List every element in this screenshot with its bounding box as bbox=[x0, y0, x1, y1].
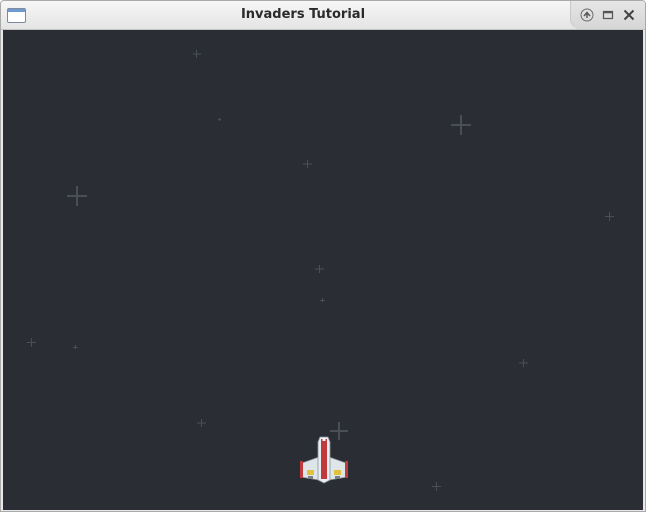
spaceship-icon bbox=[300, 436, 348, 484]
star bbox=[320, 298, 325, 302]
star bbox=[432, 482, 441, 491]
star bbox=[73, 345, 78, 349]
title-bar[interactable]: Invaders Tutorial bbox=[1, 1, 645, 30]
star bbox=[330, 422, 348, 440]
star bbox=[67, 186, 87, 206]
window-controls bbox=[570, 1, 645, 29]
shade-up-icon bbox=[580, 8, 594, 22]
star bbox=[193, 50, 201, 58]
star bbox=[451, 115, 471, 135]
game-canvas[interactable] bbox=[3, 30, 643, 510]
close-icon bbox=[623, 9, 635, 21]
window-title: Invaders Tutorial bbox=[240, 7, 366, 22]
app-window: Invaders Tutorial bbox=[0, 0, 646, 512]
star bbox=[197, 419, 206, 427]
star bbox=[519, 359, 528, 367]
star bbox=[303, 160, 312, 168]
star bbox=[27, 338, 36, 347]
close-button[interactable] bbox=[621, 7, 637, 23]
maximize-icon bbox=[602, 10, 614, 20]
shade-button[interactable] bbox=[579, 7, 595, 23]
star bbox=[218, 118, 221, 121]
starfield bbox=[27, 50, 614, 491]
player-ship bbox=[300, 436, 348, 484]
star bbox=[315, 265, 324, 273]
star bbox=[605, 212, 614, 221]
maximize-button[interactable] bbox=[600, 7, 616, 23]
